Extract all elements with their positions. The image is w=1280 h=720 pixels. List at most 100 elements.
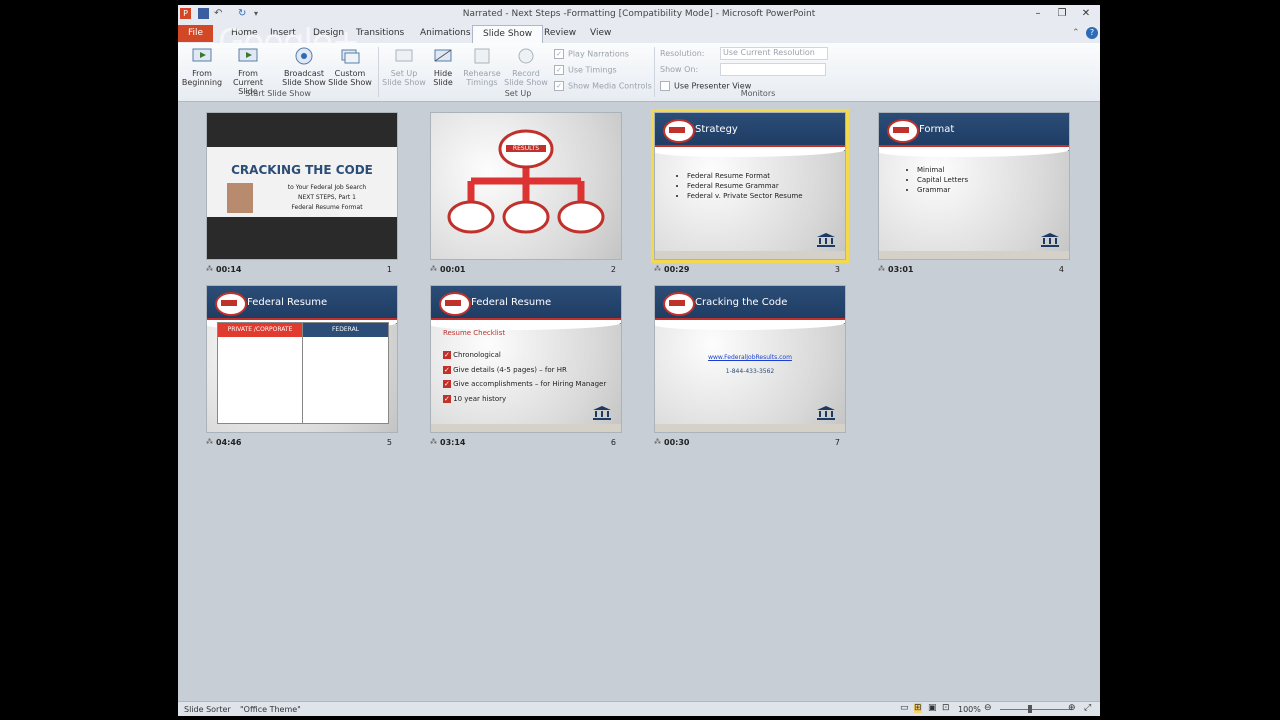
status-theme-name[interactable]: "Office Theme" (240, 705, 301, 714)
use-timings-checkbox[interactable]: ✓ Use Timings (554, 65, 617, 76)
slide-footer (879, 251, 1069, 259)
slide-1-title: CRACKING THE CODE (231, 163, 373, 177)
slide-1-subtitle: to Your Federal Job Search NEXT STEPS, P… (287, 184, 367, 211)
play-narrations-checkbox[interactable]: ✓ Play Narrations (554, 49, 629, 60)
reading-view-icon[interactable]: ▣ (928, 703, 937, 713)
tab-review[interactable]: Review (544, 25, 576, 42)
org-logo-icon (663, 292, 695, 316)
group-set-up: Set Up (504, 89, 532, 98)
slide-footer (431, 424, 621, 432)
rehearse-timings-button[interactable]: Rehearse Timings (462, 45, 502, 87)
transition-icon: ⁂ (654, 265, 661, 273)
slide-7-link: www.FederalJobResults.com (708, 354, 792, 361)
slide-6-subtitle: Resume Checklist (443, 329, 506, 337)
bank-icon (817, 406, 835, 420)
zoom-slider[interactable] (1000, 709, 1072, 710)
custom-slide-show-button[interactable]: Custom Slide Show (328, 45, 372, 87)
status-view-name: Slide Sorter (184, 705, 231, 714)
table-divider (302, 323, 303, 423)
tab-transitions[interactable]: Transitions (356, 25, 404, 42)
close-icon[interactable]: ✕ (1076, 7, 1096, 21)
zoom-slider-handle[interactable] (1028, 705, 1032, 713)
projector-current-icon (237, 45, 259, 67)
transition-icon: ⁂ (206, 265, 213, 273)
transition-icon: ⁂ (430, 438, 437, 446)
checkbox-box: ✓ (554, 49, 564, 59)
zoom-in-icon[interactable]: ⊕ (1068, 703, 1076, 713)
presenter-photo (227, 183, 253, 213)
slide-thumbnail-3[interactable]: Strategy Federal Resume Format Federal R… (651, 109, 849, 263)
minimize-icon[interactable]: – (1028, 7, 1048, 21)
bank-icon (1041, 233, 1059, 247)
checkbox-box (660, 81, 670, 91)
org-logo-label: RESULTS (506, 145, 546, 152)
slide-7-phone: 1-844-433-3562 (725, 368, 775, 375)
group-start-slide-show: Start Slide Show (245, 89, 311, 98)
checkbox-icon: ✓ (443, 380, 451, 388)
checkbox-icon: ✓ (443, 365, 451, 374)
slide-thumbnail-4[interactable]: Format Minimal Capital Letters Grammar (878, 112, 1070, 260)
resolution-dropdown[interactable]: Use Current Resolution (720, 47, 828, 60)
zoom-level[interactable]: 100% (958, 705, 981, 714)
record-icon (515, 45, 537, 67)
checklist-item: ✓ Give details (4-5 pages) – for HR (443, 365, 567, 374)
bank-icon (817, 233, 835, 247)
resolution-label: Resolution: (660, 49, 705, 58)
tab-animations[interactable]: Animations (420, 25, 471, 42)
tab-slide-show[interactable]: Slide Show (472, 25, 544, 43)
checkbox-icon: ✓ (443, 351, 451, 359)
slide-3-bullets: Federal Resume Format Federal Resume Gra… (675, 171, 803, 201)
ribbon-separator (378, 47, 379, 97)
org-logo-icon (663, 119, 695, 143)
slide-7-title: Cracking the Code (695, 297, 788, 308)
slide-5-title: Federal Resume (247, 297, 328, 308)
slide-6-checklist: ✓ Chronological ✓ Give details (4-5 page… (443, 348, 606, 406)
window-title: Narrated - Next Steps -Formatting [Compa… (462, 9, 816, 19)
status-bar: Slide Sorter "Office Theme" ▭ ⊞ ▣ ⊡ 100%… (178, 701, 1100, 716)
ribbon-collapse-icon[interactable]: ⌃ (1072, 25, 1080, 42)
broadcast-slide-show-button[interactable]: Broadcast Slide Show (282, 45, 326, 87)
slide-thumbnail-7[interactable]: Cracking the Code www.FederalJobResults.… (654, 285, 846, 433)
slide-thumbnail-2[interactable]: RESULTS (430, 112, 622, 260)
org-logo-icon (215, 292, 247, 316)
rehearse-icon (471, 45, 493, 67)
projector-icon (191, 45, 213, 67)
slide-sorter-view: CRACKING THE CODE to Your Federal Job Se… (178, 102, 1100, 701)
tab-file[interactable]: File (178, 25, 214, 42)
custom-show-icon (339, 45, 361, 67)
slide-show-view-icon[interactable]: ⊡ (942, 703, 950, 713)
group-monitors: Monitors (740, 89, 776, 98)
slide-6-title: Federal Resume (471, 297, 552, 308)
comparison-table: PRIVATE /CORPORATE FEDERAL (217, 322, 389, 424)
tab-view[interactable]: View (590, 25, 611, 42)
normal-view-icon[interactable]: ▭ (900, 703, 909, 713)
hide-slide-button[interactable]: Hide Slide (426, 45, 460, 87)
slide-thumbnail-1[interactable]: CRACKING THE CODE to Your Federal Job Se… (206, 112, 398, 260)
broadcast-icon (293, 45, 315, 67)
fit-to-window-icon[interactable]: ⤢ (1084, 703, 1091, 713)
checkbox-icon: ✓ (443, 394, 451, 403)
bank-icon (593, 406, 611, 420)
set-up-slide-show-button[interactable]: Set Up Slide Show (382, 45, 426, 87)
record-slide-show-button[interactable]: Record Slide Show (502, 45, 550, 87)
maximize-icon[interactable]: ❐ (1052, 7, 1072, 21)
show-on-dropdown[interactable] (720, 63, 826, 76)
zoom-out-icon[interactable]: ⊖ (984, 703, 992, 713)
slide-4-bullets: Minimal Capital Letters Grammar (905, 165, 968, 195)
slide-footer (655, 424, 845, 432)
show-media-controls-checkbox[interactable]: ✓ Show Media Controls (554, 81, 652, 92)
checkbox-box: ✓ (554, 65, 564, 75)
org-chart-diagram (447, 129, 605, 234)
table-header-federal: FEDERAL (303, 323, 388, 337)
hide-slide-icon (432, 45, 454, 67)
checklist-item: ✓ Give accomplishments – for Hiring Mana… (443, 380, 607, 388)
from-beginning-button[interactable]: From Beginning (180, 45, 224, 87)
checklist-item: ✓ 10 year history (443, 394, 507, 403)
transition-icon: ⁂ (878, 265, 885, 273)
slide-sorter-view-icon[interactable]: ⊞ (914, 703, 922, 713)
slide-thumbnail-5[interactable]: Federal Resume PRIVATE /CORPORATE FEDERA… (206, 285, 398, 433)
help-icon[interactable]: ? (1086, 27, 1098, 39)
slide-4-title: Format (919, 124, 955, 135)
ribbon-separator (654, 47, 655, 97)
slide-thumbnail-6[interactable]: Federal Resume Resume Checklist ✓ Chrono… (430, 285, 622, 433)
